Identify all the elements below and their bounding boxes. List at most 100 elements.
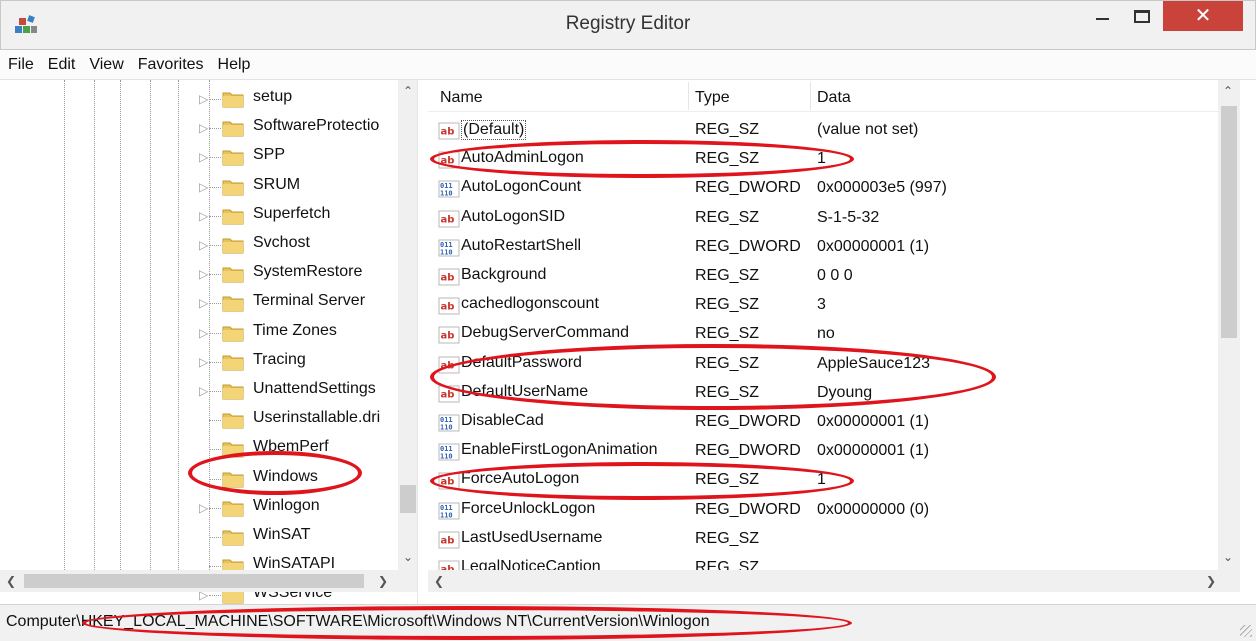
tree-item[interactable]: ▷ Tracing xyxy=(0,349,400,377)
string-value-icon: ab xyxy=(438,210,460,228)
tree-item[interactable]: ▷ SystemRestore xyxy=(0,261,400,289)
tree-connector xyxy=(209,245,221,246)
svg-text:110: 110 xyxy=(440,424,453,432)
tree-item[interactable]: ▷ Winlogon xyxy=(0,495,400,523)
scroll-right-icon[interactable]: ❯ xyxy=(378,574,388,588)
tree-item[interactable]: WinSAT xyxy=(0,524,400,552)
value-data: 0 0 0 xyxy=(817,267,853,284)
annotation-circle-default-credentials xyxy=(430,344,996,410)
value-row[interactable]: 011 110 DisableCad REG_DWORD 0x00000001 (1) xyxy=(428,408,1218,437)
minimize-button[interactable] xyxy=(1082,1,1122,31)
expand-arrow-icon[interactable]: ▷ xyxy=(199,180,209,194)
value-row[interactable]: ab AutoLogonSID REG_SZ S-1-5-32 xyxy=(428,204,1218,233)
tree-connector xyxy=(209,274,221,276)
scroll-left-icon[interactable]: ❮ xyxy=(434,574,444,588)
tree-item[interactable]: Userinstallable.dri xyxy=(0,407,400,435)
value-data: no xyxy=(817,325,835,343)
expand-arrow-icon[interactable]: ▷ xyxy=(199,209,209,223)
tree-connector xyxy=(209,215,221,217)
expand-arrow-icon[interactable]: ▷ xyxy=(199,326,209,340)
scroll-right-icon[interactable]: ❯ xyxy=(1206,574,1216,588)
folder-icon xyxy=(222,267,244,283)
value-name: AutoLogonCount xyxy=(461,178,582,196)
value-type: REG_DWORD xyxy=(695,237,801,255)
value-data: 0x00000001 (1) xyxy=(817,413,930,430)
tree-connector xyxy=(209,420,221,422)
tree-connector xyxy=(209,507,221,509)
value-row[interactable]: 011 110 ForceUnlockLogon REG_DWORD 0x0000000… xyxy=(428,496,1218,525)
tree-item-label: Time Zones xyxy=(253,321,337,339)
menu-bar: File Edit View Favorites Help xyxy=(0,50,1256,80)
maximize-button[interactable] xyxy=(1123,1,1161,31)
annotation-circle-autoadminlogon xyxy=(430,140,854,178)
values-horizontal-scrollbar[interactable] xyxy=(428,570,1240,592)
tree-item[interactable]: ▷ Time Zones xyxy=(0,320,400,348)
tree-horizontal-scroll-thumb[interactable] xyxy=(24,574,364,588)
menu-view[interactable]: View xyxy=(89,56,123,74)
value-row[interactable]: ab DebugServerCommand REG_SZ no xyxy=(428,320,1218,349)
tree-item[interactable]: ▷ SRUM xyxy=(0,174,400,202)
menu-favorites[interactable]: Favorites xyxy=(138,56,204,74)
resize-grip-icon[interactable] xyxy=(1240,625,1252,637)
value-row[interactable]: ab LastUsedUsername REG_SZ xyxy=(428,525,1218,554)
menu-help[interactable]: Help xyxy=(218,56,251,74)
column-divider[interactable] xyxy=(688,82,689,110)
column-name-header[interactable]: Name xyxy=(440,89,483,107)
value-row[interactable]: ab cachedlogonscount REG_SZ 3 xyxy=(428,291,1218,320)
key-tree-pane[interactable]: ▷ setup ▷ SoftwareProtectio ▷ SPP ▷ SRUM ▷ Superf… xyxy=(0,80,418,604)
scroll-left-icon[interactable]: ❮ xyxy=(6,574,16,588)
expand-arrow-icon[interactable]: ▷ xyxy=(199,238,209,252)
column-type-header[interactable]: Type xyxy=(695,89,730,107)
value-row[interactable]: ab (Default) REG_SZ (value not set) xyxy=(428,116,1218,145)
tree-item-label: Tracing xyxy=(253,350,306,368)
folder-icon xyxy=(222,296,244,312)
folder-icon xyxy=(222,355,244,371)
menu-file[interactable]: File xyxy=(8,56,34,74)
svg-text:110: 110 xyxy=(440,453,453,461)
minimize-icon xyxy=(1095,18,1109,20)
value-row[interactable]: 011 110 EnableFirstLogonAnimation REG_DWORD… xyxy=(428,437,1218,466)
value-data: 0x000003e5 (997) xyxy=(817,179,947,197)
scroll-down-icon[interactable]: ⌄ xyxy=(403,550,413,564)
close-icon: ✕ xyxy=(1194,5,1212,27)
close-button[interactable]: ✕ xyxy=(1163,1,1243,31)
svg-text:110: 110 xyxy=(440,248,453,256)
svg-text:ab: ab xyxy=(441,535,455,546)
scroll-down-icon[interactable]: ⌄ xyxy=(1223,550,1233,564)
scroll-up-icon[interactable]: ⌃ xyxy=(1223,84,1233,98)
value-name: AutoRestartShell xyxy=(461,236,582,254)
expand-arrow-icon[interactable]: ▷ xyxy=(199,501,209,515)
tree-item[interactable]: ▷ UnattendSettings xyxy=(0,378,400,406)
tree-item[interactable]: ▷ Svchost xyxy=(0,232,400,260)
tree-item[interactable]: ▷ setup xyxy=(0,86,400,114)
value-name: ForceUnlockLogon xyxy=(461,499,596,517)
folder-icon xyxy=(222,92,244,108)
value-name: DisableCad xyxy=(461,412,544,429)
expand-arrow-icon[interactable]: ▷ xyxy=(199,384,209,398)
values-vertical-scroll-thumb[interactable] xyxy=(1221,106,1237,338)
tree-connector xyxy=(209,332,221,334)
expand-arrow-icon[interactable]: ▷ xyxy=(199,267,209,281)
expand-arrow-icon[interactable]: ▷ xyxy=(199,121,209,135)
svg-text:110: 110 xyxy=(440,190,453,198)
scroll-up-icon[interactable]: ⌃ xyxy=(403,84,413,98)
expand-arrow-icon[interactable]: ▷ xyxy=(199,92,209,106)
value-type: REG_SZ xyxy=(695,529,760,547)
value-row[interactable]: ab Background REG_SZ 0 0 0 xyxy=(428,262,1218,291)
tree-item[interactable]: ▷ Terminal Server xyxy=(0,290,400,318)
value-data: 3 xyxy=(817,296,826,314)
tree-item[interactable]: ▷ Superfetch xyxy=(0,203,400,231)
tree-vertical-scroll-thumb[interactable] xyxy=(400,485,416,513)
expand-arrow-icon[interactable]: ▷ xyxy=(199,355,209,369)
tree-item[interactable]: ▷ SoftwareProtectio xyxy=(0,115,400,143)
value-row[interactable]: 011 110 AutoRestartShell REG_DWORD 0x0000000… xyxy=(428,233,1218,262)
tree-item[interactable]: ▷ SPP xyxy=(0,144,400,172)
value-row[interactable]: 011 110 AutoLogonCount REG_DWORD 0x000003e5 … xyxy=(428,174,1218,203)
expand-arrow-icon[interactable]: ▷ xyxy=(199,150,209,164)
menu-edit[interactable]: Edit xyxy=(48,56,76,74)
tree-connector xyxy=(209,303,221,305)
tree-item-label: Terminal Server xyxy=(253,292,366,310)
expand-arrow-icon[interactable]: ▷ xyxy=(199,296,209,310)
column-divider[interactable] xyxy=(810,82,811,110)
column-data-header[interactable]: Data xyxy=(817,89,851,107)
